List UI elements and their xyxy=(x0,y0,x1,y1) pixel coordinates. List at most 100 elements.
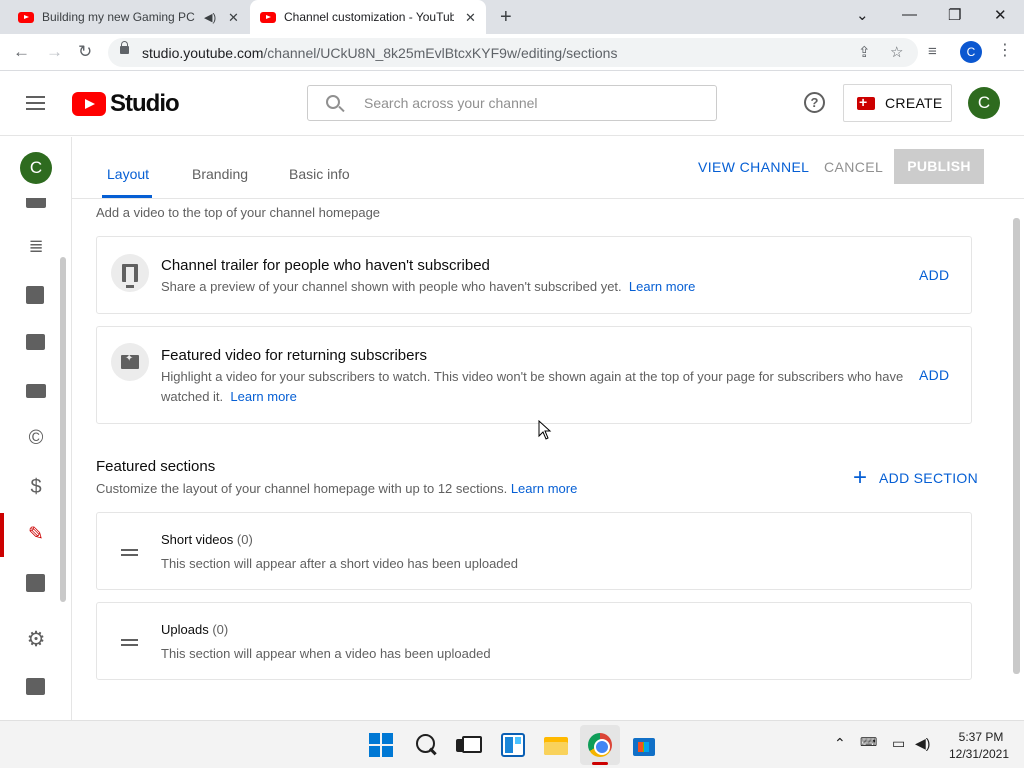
tab-branding[interactable]: Branding xyxy=(192,166,248,182)
tab-search-chevron-icon[interactable]: ⌄ xyxy=(856,6,869,24)
featured-desc-line1: Highlight a video for your subscribers t… xyxy=(161,369,904,384)
reload-icon[interactable]: ↻ xyxy=(78,42,92,62)
new-tab-icon[interactable]: + xyxy=(500,6,512,29)
subtitles-icon[interactable] xyxy=(26,384,46,398)
studio-logo-text[interactable]: Studio xyxy=(110,90,180,118)
layout-content: Add a video to the top of your channel h… xyxy=(72,200,1012,720)
trailer-icon-circle xyxy=(111,254,149,292)
create-button[interactable]: CREATE xyxy=(843,84,952,122)
active-tab-underline xyxy=(102,195,152,198)
help-icon[interactable]: ? xyxy=(804,92,825,113)
forward-arrow-icon[interactable]: → xyxy=(46,42,63,62)
view-channel-button[interactable]: VIEW CHANNEL xyxy=(698,159,809,175)
search-box[interactable] xyxy=(307,85,717,121)
create-label: CREATE xyxy=(885,95,943,111)
widgets-icon[interactable] xyxy=(501,733,525,757)
create-video-icon xyxy=(857,94,875,110)
search-input[interactable] xyxy=(364,86,704,120)
section-description: This section will appear after a short v… xyxy=(161,556,518,571)
browser-menu-icon[interactable]: ⋮ xyxy=(997,40,1013,60)
section-row-short-videos[interactable]: Short videos (0) This section will appea… xyxy=(96,512,972,590)
mouse-cursor-icon xyxy=(538,420,552,440)
windows-start-icon[interactable] xyxy=(369,733,393,757)
close-tab-icon[interactable]: ✕ xyxy=(228,10,239,26)
trailer-description: Share a preview of your channel shown wi… xyxy=(161,277,695,297)
browser-tab-channel-customization[interactable]: Channel customization - YouTube Studio ✕ xyxy=(250,0,486,34)
browser-toolbar: ← → ↻ studio.youtube.com/channel/UCkU8N_… xyxy=(0,34,1024,71)
featured-desc-line2: watched it. xyxy=(161,389,224,404)
windows-taskbar: ⌃ ⌨ ▭ ◀) 5:37 PM 12/31/2021 xyxy=(0,720,1024,768)
browser-tab-gaming-pc[interactable]: Building my new Gaming PC ◀) ✕ xyxy=(18,0,248,34)
file-explorer-icon[interactable] xyxy=(544,733,568,757)
add-section-button[interactable]: + ADD SECTION xyxy=(853,466,978,490)
tab-layout[interactable]: Layout xyxy=(107,166,149,182)
add-featured-video-button[interactable]: ADD xyxy=(919,367,949,383)
media-control-icon[interactable]: ≡ xyxy=(928,43,937,60)
section-row-uploads[interactable]: Uploads (0) This section will appear whe… xyxy=(96,602,972,680)
section-name: Short videos (0) xyxy=(161,532,253,547)
close-tab-icon[interactable]: ✕ xyxy=(465,10,476,26)
address-bar[interactable]: studio.youtube.com/channel/UCkU8N_8k25mE… xyxy=(108,38,918,67)
featured-learn-more-link[interactable]: Learn more xyxy=(230,389,296,404)
add-trailer-button[interactable]: ADD xyxy=(919,267,949,283)
sidebar-scrollbar[interactable] xyxy=(60,257,66,602)
clock-time[interactable]: 5:37 PM xyxy=(951,730,1011,744)
monetization-icon[interactable]: $ xyxy=(25,476,47,498)
youtube-logo-icon[interactable] xyxy=(72,92,106,116)
drag-handle-icon[interactable] xyxy=(121,549,138,556)
comments-icon[interactable] xyxy=(26,334,45,350)
account-avatar[interactable]: C xyxy=(968,87,1000,119)
clock-date[interactable]: 12/31/2021 xyxy=(946,747,1012,761)
section-description: This section will appear when a video ha… xyxy=(161,646,491,661)
settings-icon[interactable]: ⚙ xyxy=(25,629,47,651)
section-name-text: Short videos xyxy=(161,532,234,547)
browser-profile-avatar[interactable]: C xyxy=(960,41,982,63)
feedback-icon[interactable] xyxy=(26,678,45,695)
spotlight-intro: Add a video to the top of your channel h… xyxy=(96,205,381,220)
copyright-icon[interactable]: © xyxy=(25,427,47,449)
tab-basic-info[interactable]: Basic info xyxy=(289,166,350,182)
drag-handle-icon[interactable] xyxy=(121,639,138,646)
url-path: /channel/UCkU8N_8k25mEvlBtcxKYF9w/editin… xyxy=(263,45,618,61)
customization-icon[interactable]: ✎ xyxy=(25,524,47,546)
analytics-icon[interactable] xyxy=(26,286,44,304)
main-scrollbar[interactable] xyxy=(1013,218,1020,674)
network-icon[interactable]: ▭ xyxy=(892,735,905,752)
url-text[interactable]: studio.youtube.com/channel/UCkU8N_8k25mE… xyxy=(142,45,617,61)
volume-icon[interactable]: ◀) xyxy=(915,735,930,752)
featured-sections-description: Customize the layout of your channel hom… xyxy=(96,481,577,496)
bookmark-star-icon[interactable]: ☆ xyxy=(890,43,903,61)
show-hidden-icons-chevron-icon[interactable]: ⌃ xyxy=(834,735,846,752)
featured-video-icon xyxy=(121,353,139,369)
task-view-icon[interactable] xyxy=(456,733,482,757)
back-arrow-icon[interactable]: ← xyxy=(13,42,30,62)
tab-title: Channel customization - YouTube Studio xyxy=(284,10,454,24)
keyboard-icon[interactable]: ⌨ xyxy=(860,735,877,749)
microsoft-store-icon[interactable] xyxy=(632,733,656,757)
hamburger-menu-icon[interactable] xyxy=(26,96,45,110)
featured-sections-learn-more-link[interactable]: Learn more xyxy=(511,481,577,496)
content-icon[interactable] xyxy=(26,198,46,208)
browser-tab-strip: Building my new Gaming PC ◀) ✕ Channel c… xyxy=(0,0,1024,34)
publish-button[interactable]: PUBLISH xyxy=(894,149,984,184)
playlists-icon[interactable]: ≣ xyxy=(25,235,47,257)
trailer-learn-more-link[interactable]: Learn more xyxy=(629,279,695,294)
trailer-title: Channel trailer for people who haven't s… xyxy=(161,257,490,274)
chrome-running-indicator xyxy=(592,762,608,765)
channel-avatar[interactable]: C xyxy=(20,152,52,184)
chrome-icon[interactable] xyxy=(588,733,612,757)
taskbar-search-icon[interactable] xyxy=(414,733,438,757)
audio-playing-icon[interactable]: ◀) xyxy=(204,11,216,24)
url-host: studio.youtube.com xyxy=(142,45,264,61)
featured-sections-desc-text: Customize the layout of your channel hom… xyxy=(96,481,508,496)
tab-title: Building my new Gaming PC xyxy=(42,10,195,24)
channel-trailer-card: Channel trailer for people who haven't s… xyxy=(96,236,972,314)
lock-icon[interactable] xyxy=(120,41,129,54)
search-icon xyxy=(326,95,340,109)
restore-window-icon[interactable]: ❐ xyxy=(948,6,961,24)
minimize-window-icon[interactable]: — xyxy=(902,6,917,23)
close-window-icon[interactable]: ✕ xyxy=(994,6,1007,24)
cancel-button[interactable]: CANCEL xyxy=(824,159,883,175)
share-icon[interactable]: ⇪ xyxy=(858,43,871,61)
audio-library-icon[interactable] xyxy=(26,574,45,592)
